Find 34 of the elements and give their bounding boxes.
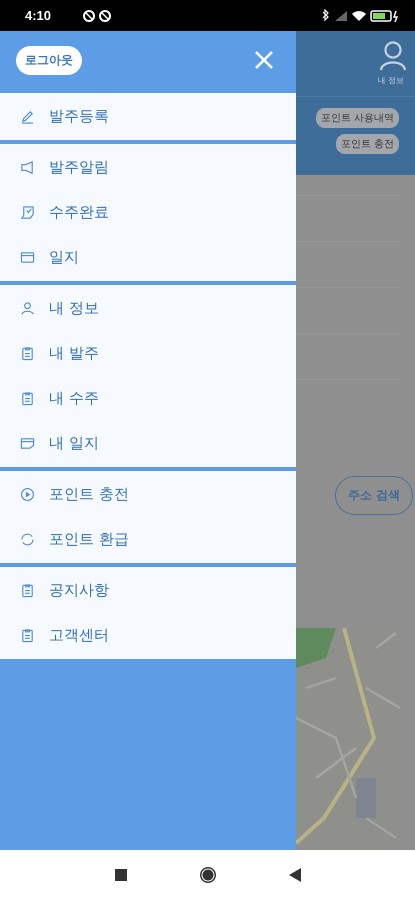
menu-item[interactable]: 발주등록 [0,94,296,139]
home-icon[interactable] [198,866,216,884]
clipboard-icon [20,346,35,361]
megaphone-icon [20,160,35,175]
chip-button[interactable]: 포인트 사용내역 [316,108,399,128]
chip-button[interactable]: 포인트 충전 [336,134,399,154]
menu-item[interactable]: 포인트 충전 [0,472,296,517]
window-icon [20,250,35,265]
profile-label: 내 정보 [377,75,404,86]
menu-item[interactable]: 공지사항 [0,568,296,613]
menu-item[interactable]: 내 일지 [0,421,296,466]
menu-item[interactable]: 일지 [0,235,296,280]
pencil-icon [20,109,35,124]
person-icon [20,301,35,316]
menu-item[interactable]: 내 수주 [0,376,296,421]
menu-item[interactable]: 발주알림 [0,145,296,190]
person-icon[interactable] [379,41,407,71]
menu-item[interactable]: 내 정보 [0,286,296,331]
card-icon [20,436,35,451]
status-time: 4:10 [25,8,52,23]
menu-item[interactable]: 고객센터 [0,613,296,658]
clipboard-icon [20,583,35,598]
logout-button[interactable]: 로그아웃 [16,46,82,74]
menu-item[interactable]: 수주완료 [0,190,296,235]
close-icon[interactable] [254,50,274,70]
recents-icon[interactable] [114,869,126,881]
document-icon [20,205,35,220]
back-icon[interactable] [288,868,300,882]
play-icon [20,487,35,502]
refresh-icon [20,532,35,547]
clipboard-icon [20,628,35,643]
menu-item[interactable]: 포인트 환급 [0,517,296,562]
clipboard-icon [20,391,35,406]
menu-item[interactable]: 내 발주 [0,331,296,376]
